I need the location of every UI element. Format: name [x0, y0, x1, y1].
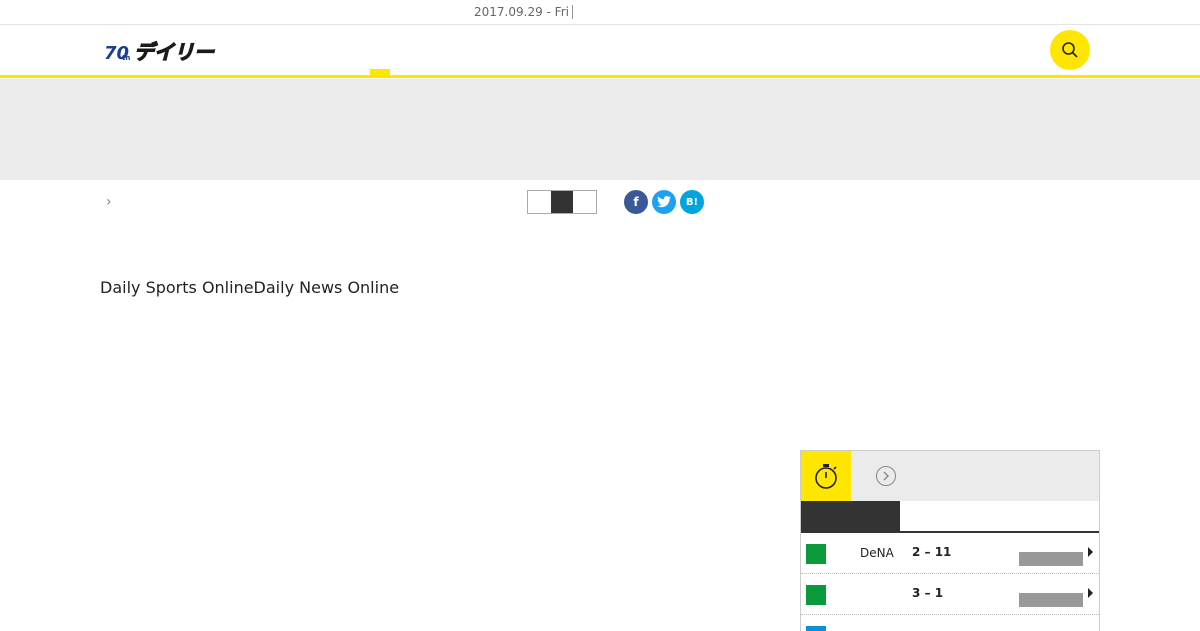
row-arrow-icon — [1088, 588, 1093, 598]
ad-banner — [0, 79, 1200, 180]
score-status-bar — [1019, 593, 1083, 607]
score-row[interactable]: 3 – 1 — [801, 574, 1099, 615]
font-size-medium-option[interactable] — [550, 191, 574, 213]
top-bar: 2017.09.29 - Fri — [0, 0, 1200, 25]
topbar-divider — [572, 5, 573, 19]
font-size-switch — [527, 190, 597, 214]
score-widget-next-button[interactable] — [876, 466, 896, 486]
score-row[interactable]: DeNA 2 – 11 — [801, 533, 1099, 574]
score-row[interactable] — [801, 615, 1099, 631]
score-status-bar — [1019, 552, 1083, 566]
hatena-bookmark-button[interactable]: B! — [680, 190, 704, 214]
date-label: 2017.09.29 - Fri — [474, 5, 569, 19]
score-widget-header — [801, 451, 1099, 501]
stopwatch-icon — [815, 464, 837, 489]
font-size-small-option[interactable] — [528, 191, 551, 213]
facebook-share-button[interactable]: f — [624, 190, 648, 214]
facebook-icon: f — [633, 195, 639, 209]
score-widget: DeNA 2 – 11 3 – 1 — [800, 450, 1100, 631]
team-name: DeNA — [860, 546, 894, 560]
score-widget-tabs — [801, 501, 1099, 533]
site-logo[interactable]: 70 th デイリー — [104, 39, 234, 64]
team-chip — [806, 544, 826, 564]
score-value: 2 – 11 — [912, 545, 952, 559]
site-header: 70 th デイリー — [0, 25, 1200, 78]
hatena-icon: B! — [685, 196, 699, 208]
score-tab-active[interactable] — [801, 501, 900, 531]
search-button[interactable] — [1050, 30, 1090, 70]
team-chip — [806, 585, 826, 605]
site-names-text: Daily Sports OnlineDaily News Online — [100, 278, 400, 297]
score-widget-badge — [801, 451, 851, 501]
row-arrow-icon — [1088, 547, 1093, 557]
svg-text:th: th — [122, 54, 130, 62]
chevron-right-icon — [883, 471, 889, 481]
breadcrumb-chevron-icon: › — [106, 194, 112, 210]
twitter-share-button[interactable] — [652, 190, 676, 214]
logo-text: デイリー — [134, 40, 215, 63]
nav-active-indicator — [370, 69, 390, 75]
twitter-icon — [657, 196, 671, 208]
font-size-large-option[interactable] — [573, 191, 596, 213]
score-value: 3 – 1 — [912, 586, 944, 600]
team-chip — [806, 626, 826, 631]
search-icon — [1062, 42, 1078, 58]
